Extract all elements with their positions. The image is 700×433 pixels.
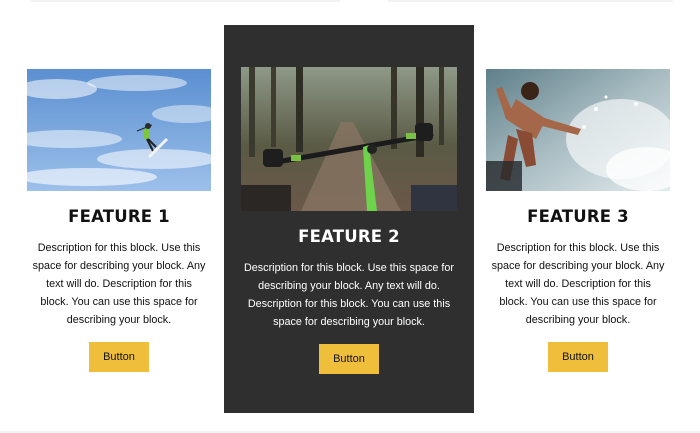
feature-card-3: FEATURE 3 Description for this block. Us… <box>486 69 670 372</box>
feature-title: FEATURE 1 <box>68 207 170 226</box>
feature-description: Description for this block. Use this spa… <box>243 262 455 328</box>
kitesurfer-photo <box>27 69 211 191</box>
top-divider <box>30 0 340 2</box>
feature-title: FEATURE 3 <box>527 207 629 226</box>
feature-2-button[interactable]: Button <box>319 344 379 374</box>
feature-3-button[interactable]: Button <box>548 342 608 372</box>
feature-card-2: FEATURE 2 Description for this block. Us… <box>224 25 474 413</box>
feature-card-1: FEATURE 1 Description for this block. Us… <box>27 69 211 372</box>
top-divider <box>388 0 673 2</box>
feature-description: Description for this block. Use this spa… <box>491 242 665 326</box>
feature-title: FEATURE 2 <box>298 227 400 246</box>
feature-1-button[interactable]: Button <box>89 342 149 372</box>
mountain-bike-photo <box>241 67 457 211</box>
surfer-photo <box>486 69 670 191</box>
feature-description: Description for this block. Use this spa… <box>32 242 206 326</box>
